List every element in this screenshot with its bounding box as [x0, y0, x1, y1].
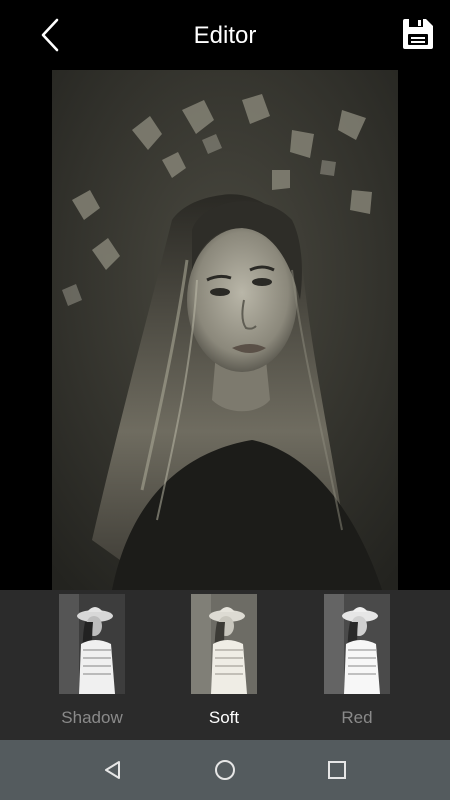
- nav-recents-button[interactable]: [317, 750, 357, 790]
- filter-label: Shadow: [61, 708, 123, 727]
- filter-red[interactable]: Red: [292, 590, 422, 740]
- filter-thumbnail: [59, 594, 125, 694]
- edited-photo[interactable]: [52, 70, 398, 590]
- filter-label: Red: [341, 708, 373, 727]
- filter-strip: Shadow Soft Red: [0, 590, 450, 740]
- save-button[interactable]: [398, 14, 438, 54]
- filter-label: Soft: [208, 708, 240, 727]
- filter-thumbnail: [191, 594, 257, 694]
- portrait-image: [52, 70, 398, 590]
- nav-back-icon: [105, 761, 120, 779]
- nav-back-button[interactable]: [93, 750, 133, 790]
- nav-home-button[interactable]: [205, 750, 245, 790]
- app-header: Editor: [0, 0, 450, 70]
- nav-home-icon: [215, 760, 235, 780]
- filter-thumbnail: [324, 594, 390, 694]
- save-disk-icon: [403, 19, 433, 49]
- filter-shadow[interactable]: Shadow: [27, 590, 157, 740]
- nav-recents-icon: [328, 761, 346, 779]
- filter-soft[interactable]: Soft: [159, 590, 289, 740]
- editor-screen: Editor Shadow Soft Red: [0, 0, 450, 800]
- system-nav-bar: [0, 740, 450, 800]
- photo-canvas: [0, 70, 450, 590]
- page-title: Editor: [193, 22, 257, 49]
